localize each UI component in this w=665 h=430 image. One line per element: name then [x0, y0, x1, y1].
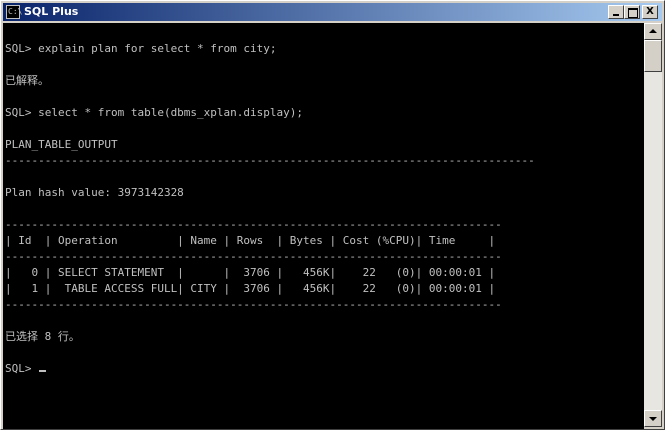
- scroll-thumb[interactable]: [644, 40, 662, 72]
- sqlplus-window: C:\ SQL Plus X SQL> explain plan for sel…: [0, 0, 665, 430]
- console-line: SQL> select * from table(dbms_xplan.disp…: [5, 106, 304, 119]
- maximize-icon: [628, 8, 638, 18]
- minimize-button[interactable]: [608, 5, 624, 19]
- close-button[interactable]: X: [642, 5, 658, 19]
- console-line: ----------------------------------------…: [5, 298, 502, 311]
- console-line: ----------------------------------------…: [5, 218, 502, 231]
- console-line: 已选择 8 行。: [5, 330, 80, 343]
- console-line: PLAN_TABLE_OUTPUT: [5, 138, 118, 151]
- vertical-scrollbar[interactable]: [644, 23, 662, 427]
- console-line: | Id | Operation | Name | Rows | Bytes |…: [5, 234, 496, 247]
- scroll-down-button[interactable]: [644, 410, 662, 427]
- minimize-icon: [613, 14, 619, 16]
- console-line: | 1 | TABLE ACCESS FULL| CITY | 3706 | 4…: [5, 282, 496, 295]
- console-line: SQL>: [5, 361, 47, 377]
- console-line: ----------------------------------------…: [5, 250, 502, 263]
- console-line: ----------------------------------------…: [5, 154, 535, 167]
- text-cursor: [39, 370, 47, 372]
- console-app-icon[interactable]: C:\: [6, 5, 22, 19]
- arrow-up-icon: [649, 29, 657, 33]
- scroll-up-button[interactable]: [644, 23, 662, 40]
- console-line: 已解释。: [5, 74, 49, 87]
- window-title: SQL Plus: [24, 5, 79, 18]
- arrow-down-icon: [649, 417, 657, 421]
- console-line: SQL> explain plan for select * from city…: [5, 42, 277, 55]
- console-output-area[interactable]: SQL> explain plan for select * from city…: [3, 23, 644, 429]
- title-bar[interactable]: C:\ SQL Plus X: [3, 3, 662, 21]
- console-line: | 0 | SELECT STATEMENT | | 3706 | 456K| …: [5, 266, 496, 279]
- maximize-button[interactable]: [624, 5, 640, 19]
- console-line: Plan hash value: 3973142328: [5, 186, 184, 199]
